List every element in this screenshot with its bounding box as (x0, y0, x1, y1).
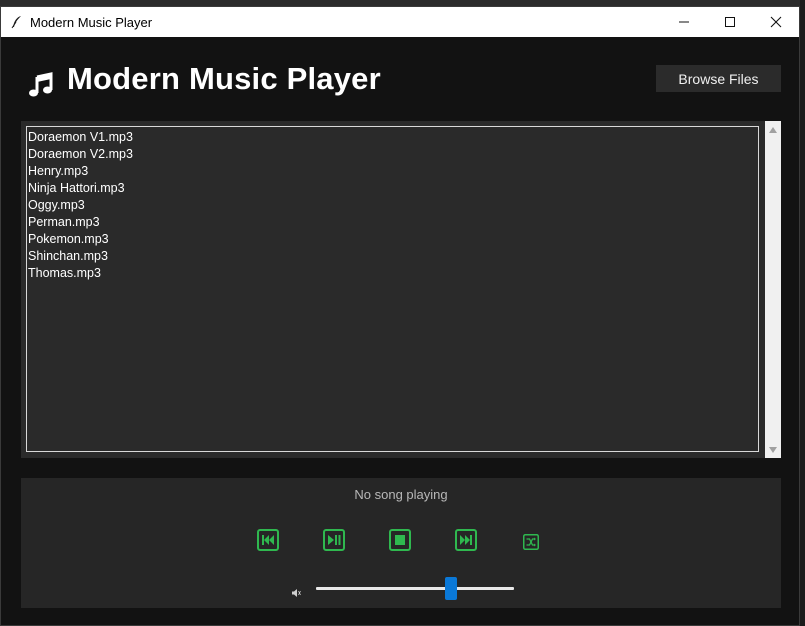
stop-icon (389, 529, 411, 551)
scroll-up-icon[interactable] (768, 125, 778, 135)
playlist-item[interactable]: Oggy.mp3 (28, 197, 757, 214)
music-note-icon (29, 72, 53, 97)
volume-slider-thumb[interactable] (444, 577, 457, 600)
playlist-item[interactable]: Henry.mp3 (28, 163, 757, 180)
playlist-item[interactable]: Doraemon V1.mp3 (28, 129, 757, 146)
app-heading: Modern Music Player (67, 61, 381, 96)
maximize-button[interactable] (707, 7, 753, 37)
skip-next-icon (455, 529, 477, 551)
shuffle-icon (523, 534, 539, 550)
volume-slider-track[interactable] (316, 587, 514, 590)
minimize-button[interactable] (661, 7, 707, 37)
play-pause-icon (323, 529, 345, 551)
playlist-frame: Doraemon V1.mp3 Doraemon V2.mp3 Henry.mp3 N… (21, 121, 765, 458)
window-title: Modern Music Player (30, 14, 153, 30)
close-icon (770, 16, 782, 28)
playlist-scrollbar[interactable] (765, 121, 781, 458)
playlist-item[interactable]: Perman.mp3 (28, 214, 757, 231)
volume-icon (292, 589, 301, 597)
playlist-item[interactable]: Ninja Hattori.mp3 (28, 180, 757, 197)
minimize-icon (679, 21, 689, 23)
playlist-listbox[interactable]: Doraemon V1.mp3 Doraemon V2.mp3 Henry.mp3 N… (26, 126, 759, 452)
playlist-item[interactable]: Doraemon V2.mp3 (28, 146, 757, 163)
play-pause-button[interactable] (323, 529, 345, 551)
playlist-item[interactable]: Thomas.mp3 (28, 265, 757, 282)
previous-button[interactable] (257, 529, 279, 551)
app-window: Modern Music Player Modern Music Player … (0, 6, 800, 626)
next-button[interactable] (455, 529, 477, 551)
title-bar[interactable]: Modern Music Player (1, 7, 799, 37)
feather-icon (11, 16, 21, 29)
close-button[interactable] (753, 7, 799, 37)
app-header: Modern Music Player Browse Files (1, 37, 799, 121)
now-playing-status: No song playing (354, 487, 448, 502)
playlist-item[interactable]: Shinchan.mp3 (28, 248, 757, 265)
background-edge (800, 0, 805, 626)
skip-previous-icon (257, 529, 279, 551)
controls-panel: No song playing (21, 478, 781, 608)
maximize-icon (725, 17, 735, 27)
shuffle-button[interactable] (523, 534, 539, 550)
window-controls (661, 7, 799, 37)
playlist-item[interactable]: Pokemon.mp3 (28, 231, 757, 248)
scroll-down-icon[interactable] (768, 445, 778, 455)
stop-button[interactable] (389, 529, 411, 551)
browse-files-button[interactable]: Browse Files (656, 65, 781, 92)
